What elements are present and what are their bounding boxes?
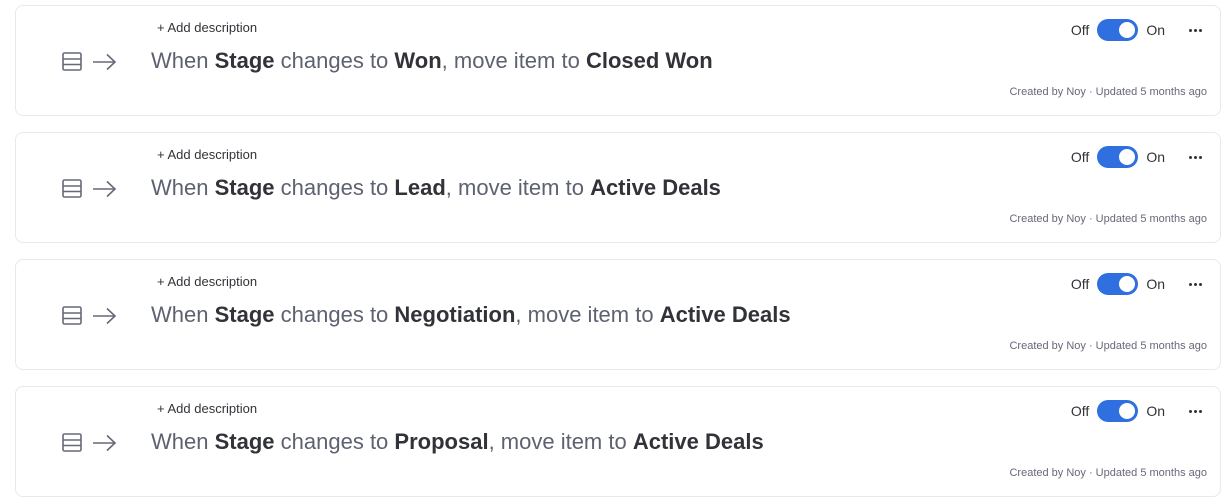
automation-card: + Add description When Stage changes to … bbox=[15, 386, 1221, 497]
automation-card: + Add description When Stage changes to … bbox=[15, 132, 1221, 243]
automation-meta: Created by Noy · Updated 5 months ago bbox=[1009, 213, 1207, 225]
automation-toggle: Off On bbox=[1071, 19, 1165, 41]
board-move-icon bbox=[62, 433, 117, 452]
automation-meta: Created by Noy · Updated 5 months ago bbox=[1009, 340, 1207, 352]
toggle-off-label: Off bbox=[1070, 403, 1090, 419]
target-group[interactable]: Active Deals bbox=[660, 302, 791, 327]
sentence-when: When bbox=[151, 302, 209, 327]
trigger-column[interactable]: Stage bbox=[215, 48, 275, 73]
sentence-changes-to: changes to bbox=[280, 48, 389, 73]
automation-toggle: Off On bbox=[1071, 273, 1165, 295]
automation-list: + Add description When Stage changes to … bbox=[0, 0, 1231, 498]
automation-meta: Created by Noy · Updated 5 months ago bbox=[1009, 86, 1207, 98]
automation-sentence[interactable]: When Stage changes to Negotiation, move … bbox=[151, 300, 791, 330]
automation-sentence[interactable]: When Stage changes to Won, move item to … bbox=[151, 46, 713, 76]
trigger-value[interactable]: Won bbox=[394, 48, 441, 73]
trigger-column[interactable]: Stage bbox=[215, 429, 275, 454]
toggle-on-label: On bbox=[1146, 149, 1165, 165]
toggle-off-label: Off bbox=[1070, 22, 1090, 38]
sentence-move: , move item to bbox=[445, 175, 584, 200]
add-description-button[interactable]: + Add description bbox=[157, 20, 257, 36]
sentence-move: , move item to bbox=[515, 302, 654, 327]
toggle-switch[interactable] bbox=[1097, 19, 1139, 41]
automation-card: + Add description When Stage changes to … bbox=[15, 259, 1221, 370]
automation-toggle: Off On bbox=[1071, 400, 1165, 422]
trigger-value[interactable]: Proposal bbox=[394, 429, 488, 454]
trigger-column[interactable]: Stage bbox=[215, 302, 275, 327]
add-description-button[interactable]: + Add description bbox=[157, 401, 257, 417]
more-options-icon[interactable] bbox=[1185, 21, 1205, 39]
sentence-when: When bbox=[151, 48, 209, 73]
toggle-off-label: Off bbox=[1070, 276, 1090, 292]
more-options-icon[interactable] bbox=[1185, 402, 1205, 420]
automation-meta: Created by Noy · Updated 5 months ago bbox=[1009, 467, 1207, 479]
more-options-icon[interactable] bbox=[1185, 275, 1205, 293]
add-description-button[interactable]: + Add description bbox=[157, 274, 257, 290]
target-group[interactable]: Closed Won bbox=[586, 48, 713, 73]
sentence-changes-to: changes to bbox=[280, 429, 389, 454]
board-move-icon bbox=[62, 306, 117, 325]
toggle-knob bbox=[1119, 403, 1136, 419]
toggle-switch[interactable] bbox=[1097, 400, 1139, 422]
automation-card: + Add description When Stage changes to … bbox=[15, 5, 1221, 116]
target-group[interactable]: Active Deals bbox=[590, 175, 721, 200]
toggle-on-label: On bbox=[1146, 276, 1165, 292]
sentence-changes-to: changes to bbox=[280, 302, 389, 327]
sentence-when: When bbox=[151, 175, 209, 200]
board-move-icon bbox=[62, 52, 117, 71]
toggle-knob bbox=[1119, 22, 1136, 38]
toggle-switch[interactable] bbox=[1097, 146, 1139, 168]
automation-sentence[interactable]: When Stage changes to Proposal, move ite… bbox=[151, 427, 764, 457]
toggle-on-label: On bbox=[1146, 403, 1165, 419]
trigger-column[interactable]: Stage bbox=[215, 175, 275, 200]
toggle-off-label: Off bbox=[1070, 149, 1090, 165]
board-move-icon bbox=[62, 179, 117, 198]
toggle-knob bbox=[1119, 276, 1136, 292]
automation-sentence[interactable]: When Stage changes to Lead, move item to… bbox=[151, 173, 721, 203]
more-options-icon[interactable] bbox=[1185, 148, 1205, 166]
toggle-switch[interactable] bbox=[1097, 273, 1139, 295]
toggle-knob bbox=[1119, 149, 1136, 165]
toggle-on-label: On bbox=[1146, 22, 1165, 38]
sentence-changes-to: changes to bbox=[280, 175, 389, 200]
automation-toggle: Off On bbox=[1071, 146, 1165, 168]
target-group[interactable]: Active Deals bbox=[633, 429, 764, 454]
trigger-value[interactable]: Lead bbox=[394, 175, 445, 200]
sentence-when: When bbox=[151, 429, 209, 454]
sentence-move: , move item to bbox=[441, 48, 580, 73]
trigger-value[interactable]: Negotiation bbox=[394, 302, 515, 327]
add-description-button[interactable]: + Add description bbox=[157, 147, 257, 163]
sentence-move: , move item to bbox=[488, 429, 627, 454]
